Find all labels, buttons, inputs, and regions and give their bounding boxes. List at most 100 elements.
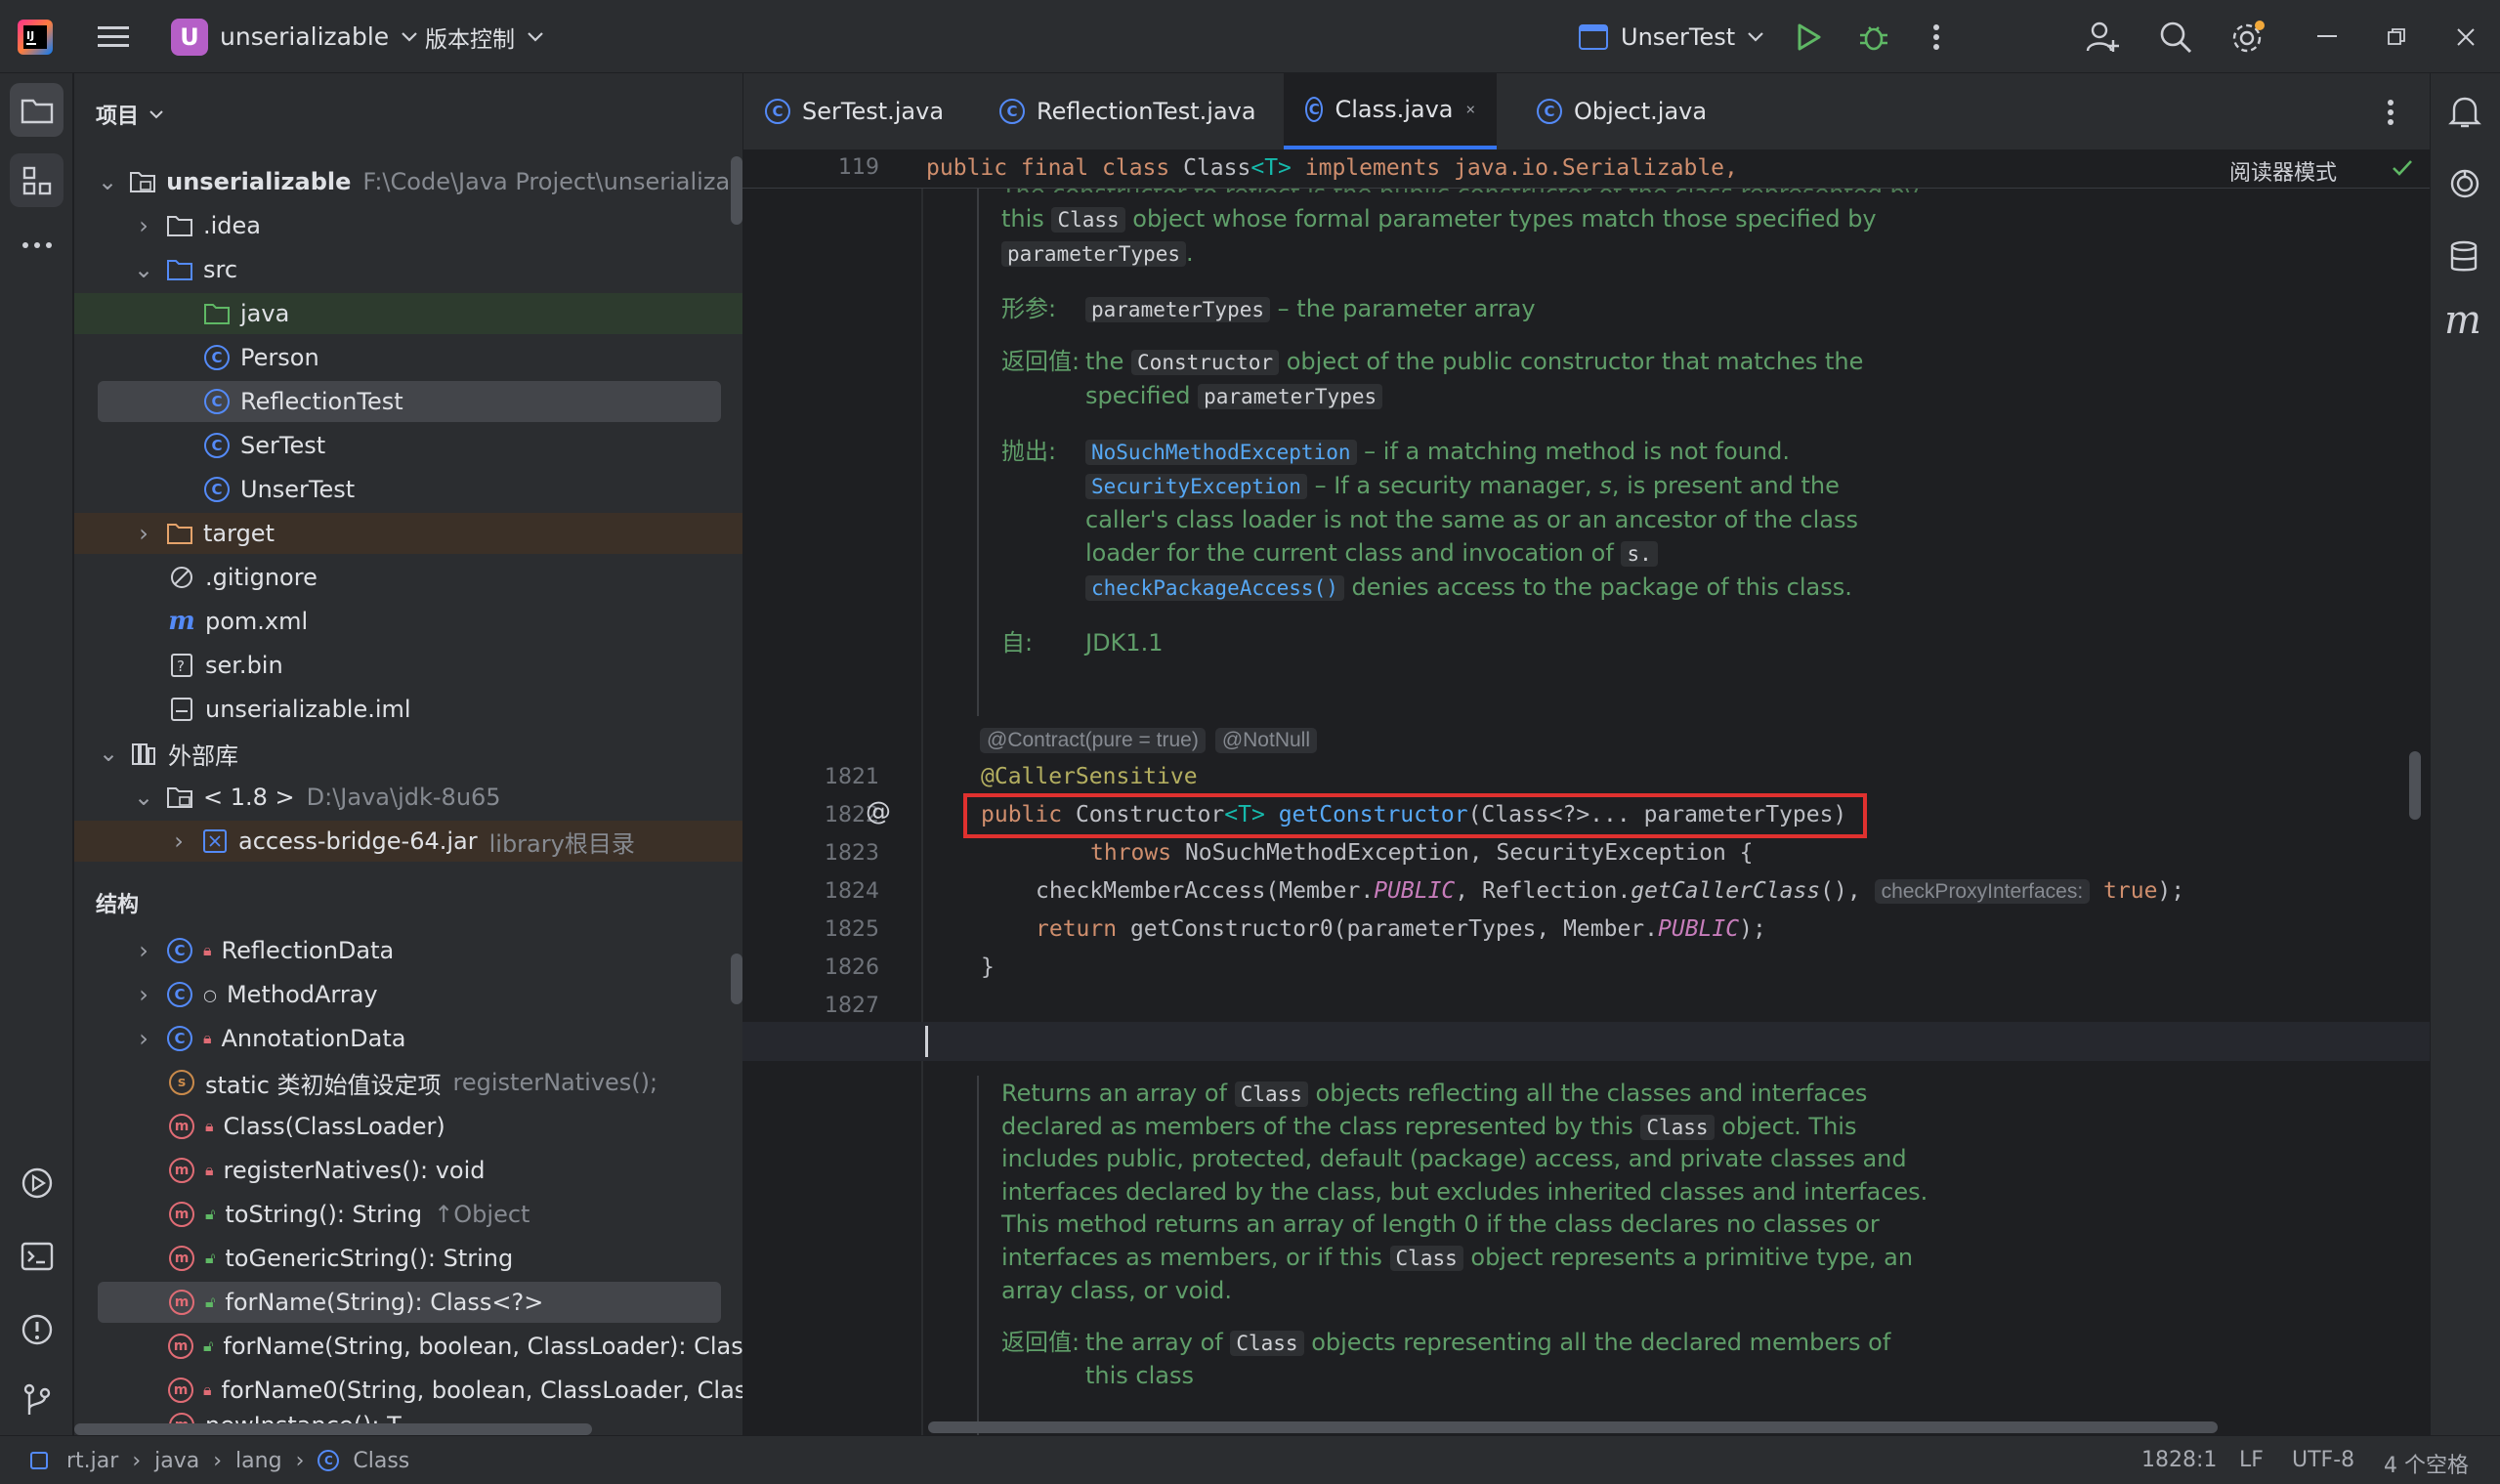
- tree-item-unsertest[interactable]: C UnserTest: [98, 469, 721, 510]
- tree-item-iml[interactable]: unserializable.iml: [98, 689, 721, 730]
- breadcrumb-item[interactable]: Class: [353, 1449, 409, 1473]
- tab-class[interactable]: C Class.java: [1284, 73, 1497, 149]
- services-tool-button[interactable]: [10, 1156, 64, 1209]
- sticky-lines[interactable]: 119 public final class Class<T> implemen…: [742, 149, 2430, 189]
- link-nosuchmethodexception[interactable]: NoSuchMethodException: [1085, 439, 1357, 465]
- tree-item-target[interactable]: › target: [74, 513, 742, 554]
- close-tab-icon[interactable]: [1465, 102, 1476, 117]
- run-button[interactable]: [1796, 0, 1823, 73]
- debug-button[interactable]: [1858, 0, 1889, 73]
- line-separator[interactable]: LF: [2239, 1448, 2264, 1472]
- breadcrumb-item[interactable]: rt.jar: [66, 1449, 118, 1473]
- editor-v-scrollbar[interactable]: [2409, 751, 2421, 820]
- structure-h-scrollbar[interactable]: [74, 1423, 592, 1435]
- editor-h-scrollbar[interactable]: [928, 1421, 2218, 1433]
- structure-item[interactable]: m 🔒︎ forName0(String, boolean, ClassLoad…: [98, 1370, 820, 1411]
- add-user-button[interactable]: [2086, 0, 2119, 73]
- structure-item[interactable]: m 🔓︎ forName(String): Class<?>: [98, 1282, 721, 1323]
- terminal-tool-button[interactable]: [10, 1229, 64, 1283]
- tree-item-person[interactable]: C Person: [98, 337, 721, 378]
- structure-item[interactable]: › C 🔒︎ ReflectionData: [98, 930, 721, 971]
- chevron-right-icon[interactable]: ›: [133, 937, 154, 964]
- structure-item[interactable]: m 🔓︎ toGenericString(): String: [98, 1238, 721, 1279]
- chevron-right-icon[interactable]: ›: [133, 1025, 154, 1052]
- code-editor[interactable]: 119 public final class Class<T> implemen…: [742, 149, 2430, 1435]
- project-switcher[interactable]: U unserializable: [171, 0, 418, 73]
- class-icon: C: [318, 1450, 340, 1471]
- structure-item[interactable]: › C 🔒︎ AnnotationData: [98, 1018, 721, 1059]
- project-scrollbar[interactable]: [731, 156, 742, 225]
- breadcrumb-item[interactable]: java: [154, 1449, 199, 1473]
- tab-options-button[interactable]: [2387, 98, 2394, 126]
- doc-line: array class, or void.: [1001, 1276, 1232, 1304]
- tab-object[interactable]: C Object.java: [1515, 73, 1728, 149]
- structure-item[interactable]: s static 类初始值设定项 registerNatives();: [98, 1062, 721, 1103]
- chevron-down-icon: [1748, 31, 1763, 42]
- gutter-at-marker[interactable]: @: [866, 797, 891, 827]
- problems-tool-button[interactable]: [10, 1302, 64, 1356]
- tree-item-external-libraries[interactable]: ⌄ 外部库: [98, 733, 721, 774]
- tab-reflectiontest[interactable]: C ReflectionTest.java: [978, 73, 1278, 149]
- inferred-annotations[interactable]: @Contract(pure = true) @NotNull: [980, 728, 1318, 753]
- chevron-down-icon[interactable]: ⌄: [133, 256, 154, 283]
- close-window-button[interactable]: [2456, 0, 2476, 73]
- link-securityexception[interactable]: SecurityException: [1085, 473, 1307, 499]
- app-logo-icon[interactable]: IJ: [18, 0, 53, 73]
- database-button[interactable]: [2448, 239, 2479, 275]
- class-runnable-icon: C: [203, 432, 231, 459]
- chevron-right-icon[interactable]: ›: [168, 827, 190, 855]
- notifications-button[interactable]: [2448, 95, 2481, 130]
- chevron-down-icon[interactable]: ⌄: [98, 740, 119, 767]
- project-panel-title[interactable]: 项目: [96, 99, 164, 130]
- more-actions-button[interactable]: [1932, 0, 1940, 73]
- structure-tool-button[interactable]: [10, 153, 64, 207]
- structure-item[interactable]: m 🔒︎ registerNatives(): void: [98, 1150, 721, 1191]
- structure-item[interactable]: m 🔓︎ forName(String, boolean, ClassLoade…: [98, 1326, 807, 1367]
- git-tool-button[interactable]: [10, 1373, 64, 1426]
- project-tool-button[interactable]: [10, 83, 64, 137]
- reader-mode-toggle[interactable]: 阅读器模式: [2229, 155, 2337, 187]
- tree-item-sertest[interactable]: C SerTest: [98, 425, 721, 466]
- ai-assistant-button[interactable]: [2448, 167, 2481, 200]
- run-config-selector[interactable]: UnserTest: [1578, 0, 1764, 73]
- structure-item[interactable]: m 🔒︎ Class(ClassLoader): [98, 1106, 721, 1147]
- structure-item[interactable]: › C ○ MethodArray: [98, 974, 721, 1015]
- structure-item[interactable]: m 🔓︎ toString(): String ↑Object: [98, 1194, 721, 1235]
- tree-item-serbin[interactable]: ? ser.bin: [98, 645, 721, 686]
- link-checkpackageaccess[interactable]: checkPackageAccess(): [1085, 575, 1344, 602]
- tree-item-java[interactable]: java: [74, 293, 742, 334]
- restore-button[interactable]: [2387, 0, 2406, 73]
- tree-item-src[interactable]: ⌄ src: [98, 249, 721, 290]
- structure-scrollbar[interactable]: [731, 954, 742, 1004]
- tree-item-project-root[interactable]: ⌄ unserializable F:\Code\Java Project\un…: [98, 161, 766, 202]
- chevron-right-icon[interactable]: ›: [133, 981, 154, 1008]
- chevron-down-icon[interactable]: ⌄: [98, 168, 117, 195]
- search-button[interactable]: [2159, 0, 2192, 73]
- private-lock-icon: 🔒︎: [205, 1117, 214, 1135]
- vcs-menu[interactable]: 版本控制: [425, 0, 544, 73]
- private-lock-icon: 🔒︎: [203, 941, 212, 959]
- more-tools-button[interactable]: [10, 218, 64, 272]
- settings-button[interactable]: [2230, 0, 2266, 73]
- file-encoding[interactable]: UTF-8: [2292, 1448, 2354, 1472]
- chevron-down-icon[interactable]: ⌄: [133, 784, 154, 811]
- indent-setting[interactable]: 4 个空格: [2384, 1448, 2469, 1479]
- main-menu-button[interactable]: [98, 0, 129, 73]
- project-badge: U: [171, 18, 208, 56]
- minimize-button[interactable]: [2317, 0, 2337, 73]
- breadcrumb-item[interactable]: lang: [235, 1449, 282, 1473]
- caret-position[interactable]: 1828:1: [2141, 1448, 2217, 1472]
- tree-item-reflectiontest[interactable]: C ReflectionTest: [98, 381, 721, 422]
- chevron-right-icon[interactable]: ›: [133, 520, 154, 547]
- tab-sertest[interactable]: C SerTest.java: [743, 73, 965, 149]
- more-horizontal-icon: [21, 241, 52, 248]
- tree-item-pom[interactable]: m pom.xml: [98, 601, 721, 642]
- maven-icon[interactable]: m: [2444, 298, 2481, 343]
- doc-return: 返回值: the Constructor object of the public…: [1001, 348, 1864, 376]
- tree-item-access-bridge[interactable]: › access-bridge-64.jar library根目录: [74, 821, 742, 862]
- tree-item-gitignore[interactable]: .gitignore: [98, 557, 721, 598]
- tree-item-idea[interactable]: › .idea: [98, 205, 721, 246]
- tree-item-jdk[interactable]: ⌄ < 1.8 > D:\Java\jdk-8u65: [98, 777, 721, 818]
- chevron-right-icon[interactable]: ›: [133, 212, 154, 239]
- inspection-ok-icon[interactable]: [2392, 159, 2413, 177]
